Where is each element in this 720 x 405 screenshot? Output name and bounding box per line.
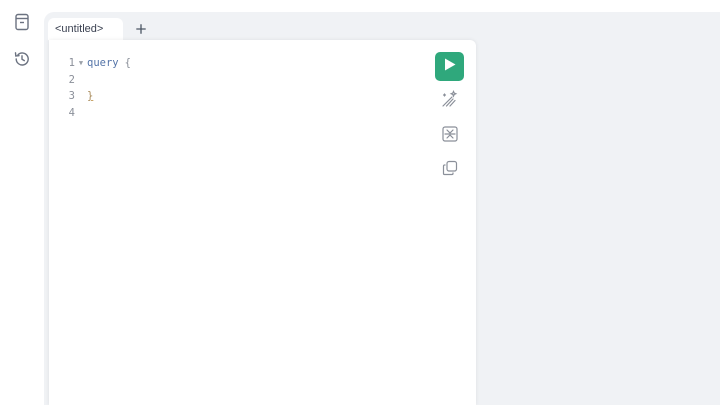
line-number: 3 — [68, 90, 75, 102]
merge-fragments-button[interactable] — [439, 125, 461, 147]
prettify-button[interactable] — [439, 89, 461, 113]
close-brace: } — [87, 90, 94, 102]
merge-fragments-icon — [442, 125, 458, 147]
code-line: 3 } — [49, 88, 131, 105]
query-editor[interactable]: 1 ▼ query { 2 3 } 4 — [49, 40, 476, 405]
line-number: 4 — [68, 106, 75, 119]
open-brace: { — [124, 57, 131, 69]
code-area[interactable]: 1 ▼ query { 2 3 } 4 — [49, 55, 131, 121]
tab-untitled[interactable]: <untitled> — [48, 18, 123, 40]
copy-icon — [442, 160, 458, 181]
workspace: <untitled> 1 ▼ query { 2 3} 4 — [44, 12, 720, 405]
code-line: 2 — [49, 72, 131, 89]
line-number: 1 — [68, 57, 75, 69]
line-number: 2 — [68, 73, 75, 86]
code-line: 1 ▼ query { — [49, 55, 131, 72]
run-query-button[interactable] — [435, 52, 464, 81]
copy-query-button[interactable] — [439, 159, 461, 181]
fold-arrow-icon[interactable]: ▼ — [75, 55, 87, 72]
play-icon — [444, 58, 456, 76]
plus-icon[interactable] — [134, 22, 148, 36]
tab-bar: <untitled> — [48, 18, 148, 40]
tab-label: <untitled> — [55, 23, 104, 35]
code-line: 4 — [49, 105, 131, 122]
query-keyword: query — [87, 57, 119, 69]
docs-icon[interactable] — [11, 11, 33, 33]
sidebar — [0, 0, 44, 405]
magic-wand-icon — [441, 89, 459, 113]
history-icon[interactable] — [11, 48, 33, 70]
